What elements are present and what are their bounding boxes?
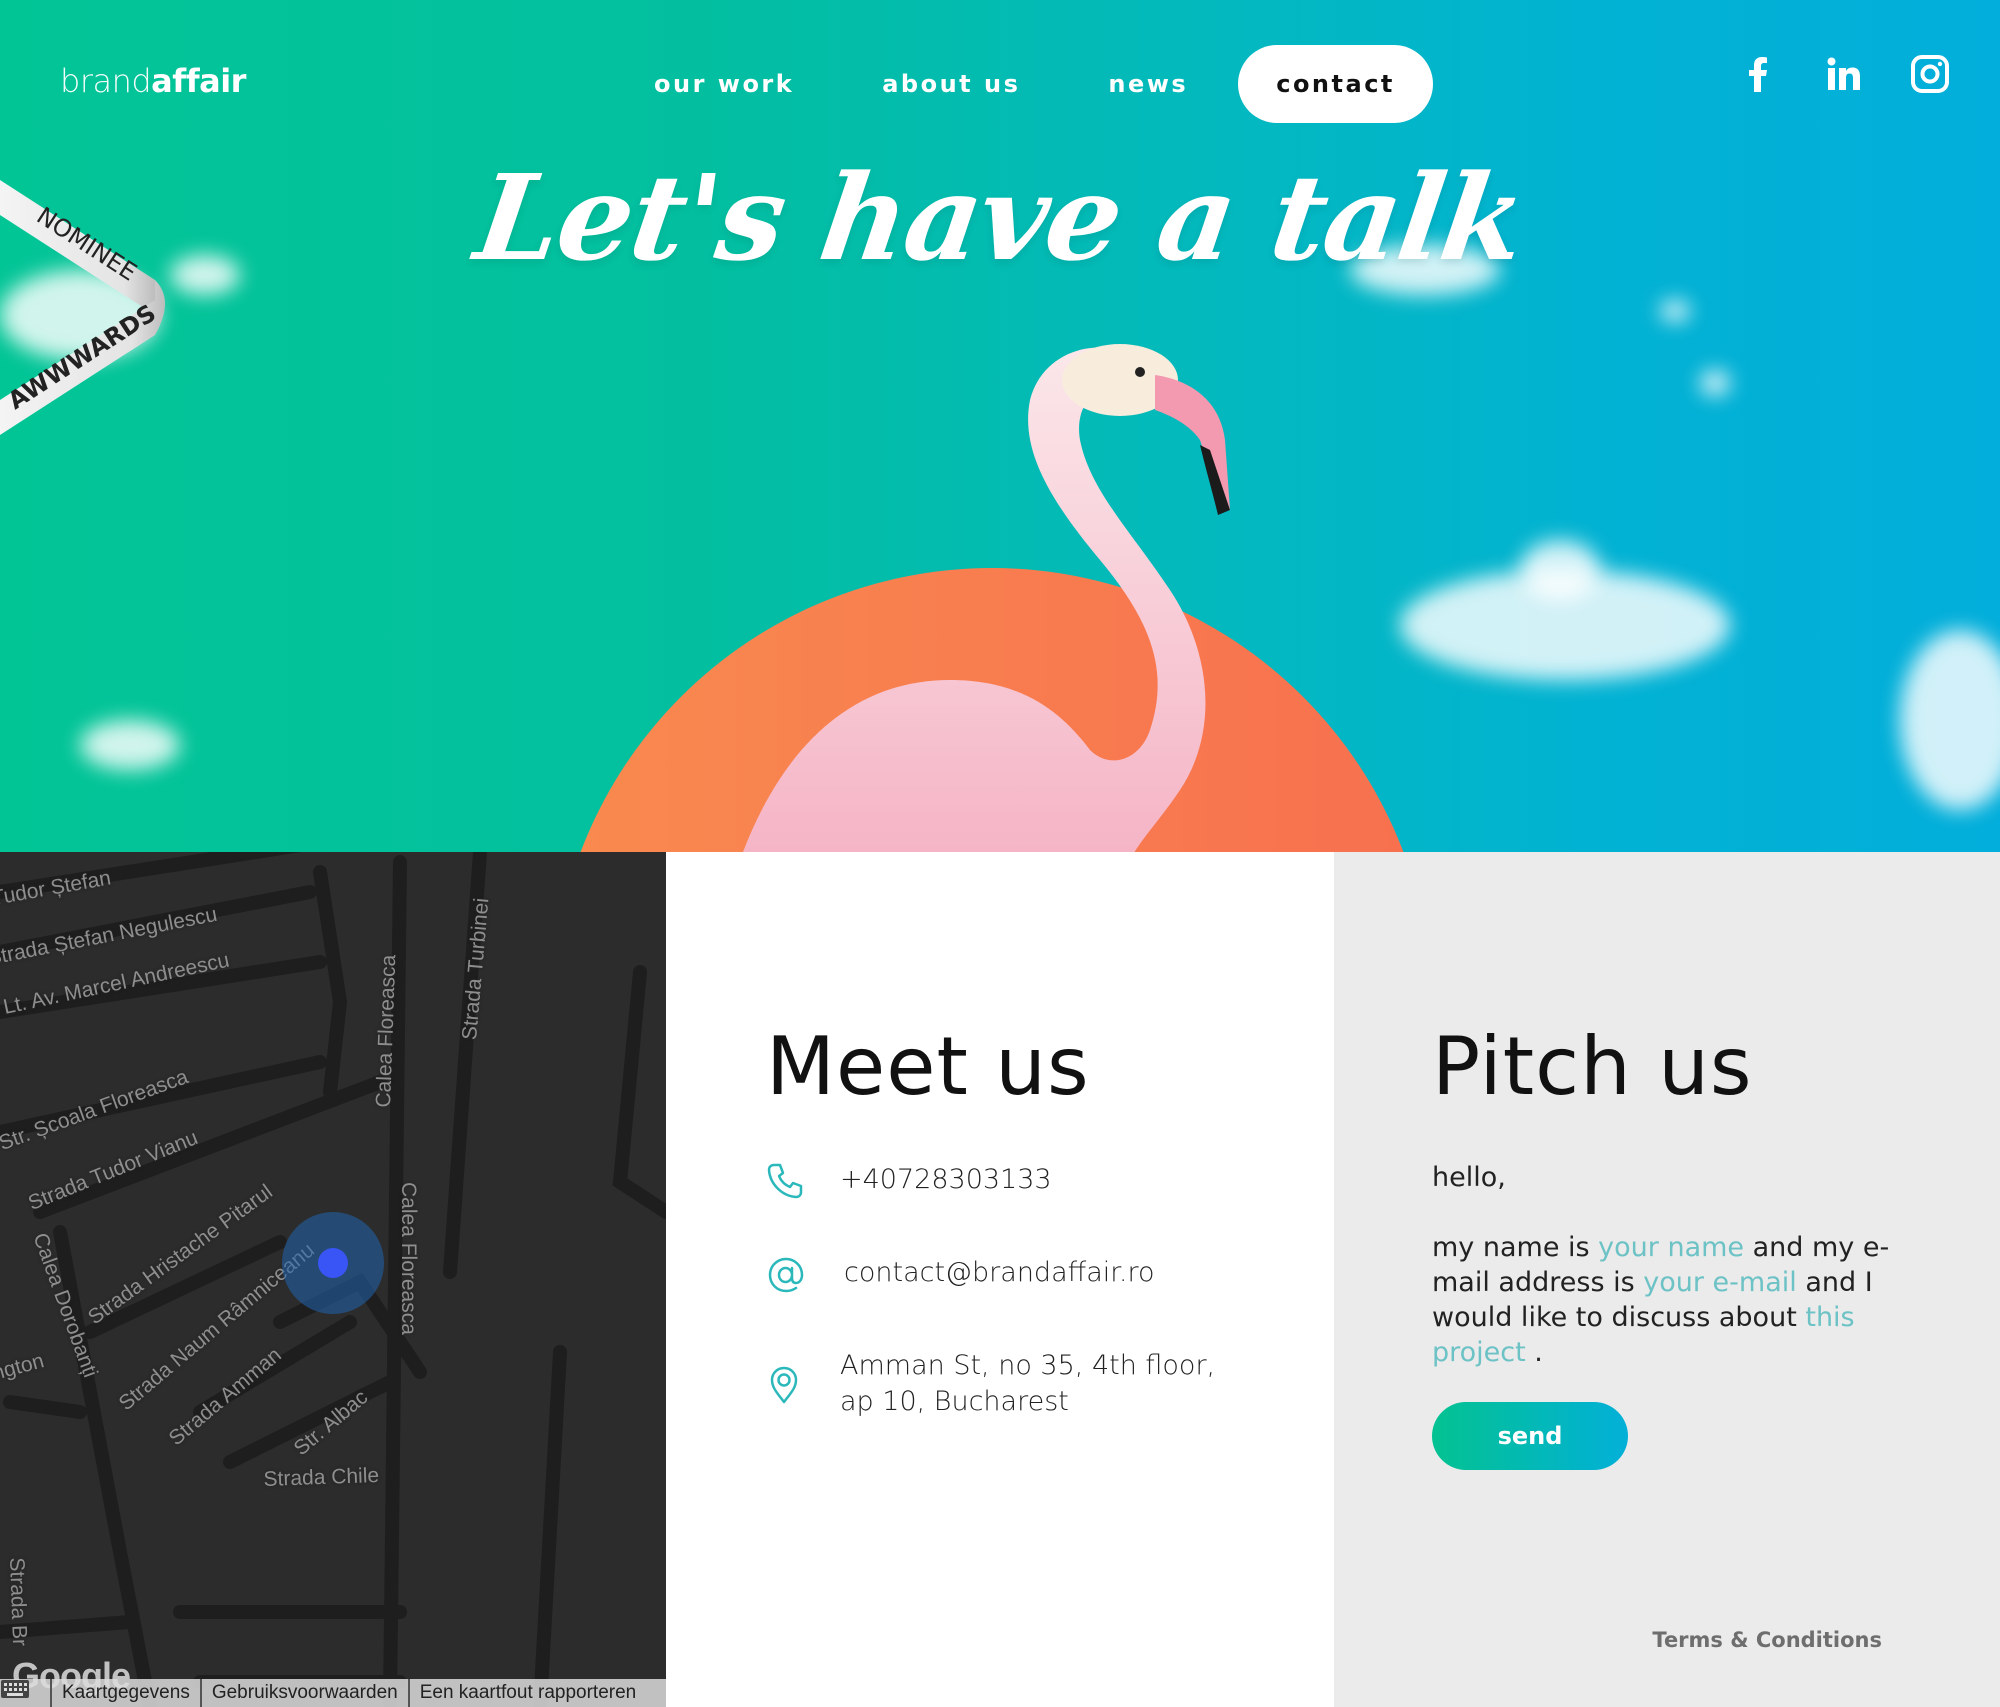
- map-street-label: Calea Floreasca: [397, 1182, 420, 1335]
- map-attribution-bar: Kaartgegevens Gebruiksvoorwaarden Een ka…: [0, 1679, 666, 1707]
- at-sign-icon: [766, 1255, 808, 1297]
- cloud: [1900, 630, 2000, 810]
- address-row: Amman St, no 35, 4th floor, ap 10, Bucha…: [766, 1348, 1215, 1420]
- instagram-icon[interactable]: [1910, 52, 1950, 96]
- send-button[interactable]: send: [1432, 1402, 1628, 1470]
- cloud: [80, 720, 180, 770]
- social-links: [1738, 52, 1950, 96]
- pitch-form-text: my name is your name and my e-mail addre…: [1432, 1230, 1912, 1370]
- brand-logo[interactable]: brandaffair: [60, 62, 246, 100]
- email-row: contact@brandaffair.ro: [766, 1255, 1155, 1297]
- phone-icon: [766, 1162, 808, 1204]
- phone-number-link[interactable]: +40728303133: [840, 1162, 1052, 1198]
- email-input[interactable]: your e-mail: [1643, 1267, 1797, 1298]
- pitch-us-section: Pitch us hello, my name is your name and…: [1334, 852, 2000, 1707]
- nav-contact[interactable]: contact: [1238, 45, 1433, 123]
- name-input[interactable]: your name: [1598, 1232, 1744, 1263]
- meet-us-title: Meet us: [766, 1020, 1090, 1113]
- nav-news[interactable]: news: [1064, 45, 1232, 123]
- email-link[interactable]: contact@brandaffair.ro: [844, 1255, 1155, 1291]
- location-pin-icon: [766, 1364, 808, 1406]
- cloud: [1660, 300, 1690, 322]
- address-text: Amman St, no 35, 4th floor, ap 10, Bucha…: [840, 1348, 1215, 1420]
- map-street-label: Strada Br: [5, 1557, 32, 1647]
- map-data-link[interactable]: Kaartgegevens: [52, 1679, 202, 1707]
- phone-row: +40728303133: [766, 1162, 1052, 1204]
- logo-light-text: brand: [60, 62, 152, 100]
- address-line-1: Amman St, no 35, 4th floor,: [840, 1350, 1216, 1381]
- facebook-icon[interactable]: [1738, 52, 1778, 96]
- cloud: [1520, 540, 1600, 600]
- terms-conditions-link[interactable]: Terms & Conditions: [1652, 1628, 1882, 1652]
- pitch-us-title: Pitch us: [1432, 1020, 1753, 1113]
- pitch-greeting: hello,: [1432, 1162, 1506, 1193]
- hero-section: brandaffair our work about us news conta…: [0, 0, 2000, 852]
- linkedin-icon[interactable]: [1824, 52, 1864, 96]
- flamingo-image: [743, 344, 1230, 852]
- nav-about-us[interactable]: about us: [838, 45, 1064, 123]
- map-report-error-link[interactable]: Een kaartfout rapporteren: [410, 1679, 647, 1707]
- map-terms-link[interactable]: Gebruiksvoorwaarden: [202, 1679, 410, 1707]
- keyboard-shortcuts-icon[interactable]: [0, 1679, 52, 1707]
- pitch-text-4: .: [1525, 1337, 1543, 1368]
- location-marker[interactable]: [318, 1248, 348, 1278]
- address-line-2: ap 10, Bucharest: [840, 1386, 1069, 1417]
- main-nav: our work about us news contact: [610, 45, 1433, 123]
- logo-bold-text: affair: [151, 62, 246, 100]
- cloud: [1700, 370, 1730, 396]
- pitch-text-1: my name is: [1432, 1232, 1599, 1263]
- hero-headline: Let's have a talk: [468, 148, 1532, 287]
- award-awwwards-text: AWWWARDS: [3, 299, 161, 415]
- meet-us-section: Meet us +40728303133 contact@brandaffair…: [666, 852, 1334, 1707]
- location-map[interactable]: Tudor Ștefan Strada Ștefan Negulescu Str…: [0, 852, 666, 1707]
- map-street-label: Strada Chile: [263, 1463, 380, 1492]
- nav-our-work[interactable]: our work: [610, 45, 838, 123]
